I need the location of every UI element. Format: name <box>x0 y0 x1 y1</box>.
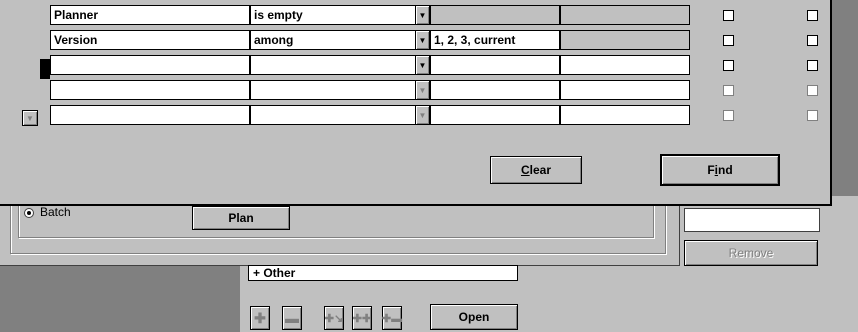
batch-radio-label: Batch <box>40 205 71 219</box>
row-header[interactable] <box>40 5 50 25</box>
expand-icon[interactable]: ✚↘ <box>324 306 344 330</box>
value-cell[interactable] <box>430 105 560 125</box>
row-header[interactable] <box>40 105 50 125</box>
condition-combo[interactable] <box>250 105 430 125</box>
chevron-down-icon[interactable]: ▼ <box>415 56 429 74</box>
add-icon[interactable]: ✚ <box>250 306 270 330</box>
checkbox-a[interactable] <box>723 85 734 96</box>
value-cell[interactable] <box>430 5 560 25</box>
checkbox-b[interactable] <box>807 110 818 121</box>
right-list-field[interactable] <box>684 208 820 232</box>
tree-item-other[interactable]: + Other <box>248 265 518 281</box>
row-header[interactable] <box>40 80 50 100</box>
checkbox-b[interactable] <box>807 10 818 21</box>
add-all-icon[interactable]: ✚✚ <box>352 306 372 330</box>
condition-combo[interactable]: is empty <box>250 5 430 25</box>
plan-button[interactable]: Plan <box>192 206 290 230</box>
remove-all-icon[interactable]: ✚▬ <box>382 306 402 330</box>
find-button[interactable]: Find <box>660 154 780 186</box>
value-cell[interactable] <box>430 55 560 75</box>
field-cell[interactable]: Planner <box>50 5 250 25</box>
checkbox-a[interactable] <box>723 110 734 121</box>
remove-icon[interactable]: ▬ <box>282 306 302 330</box>
checkbox-b[interactable] <box>807 35 818 46</box>
chevron-down-icon[interactable]: ▼ <box>415 81 429 99</box>
row-header[interactable] <box>40 30 50 50</box>
field-cell[interactable]: Version <box>50 30 250 50</box>
condition-combo[interactable]: among <box>250 30 430 50</box>
current-row-indicator <box>40 59 50 79</box>
checkbox-b[interactable] <box>807 60 818 71</box>
extra-cell[interactable] <box>560 105 690 125</box>
value-cell[interactable] <box>430 80 560 100</box>
checkbox-a[interactable] <box>723 10 734 21</box>
chevron-down-icon[interactable]: ▼ <box>415 6 429 24</box>
field-cell[interactable] <box>50 105 250 125</box>
condition-value: is empty <box>254 8 303 22</box>
extra-cell[interactable] <box>560 30 690 50</box>
open-button[interactable]: Open <box>430 304 518 330</box>
chevron-down-icon[interactable]: ▼ <box>415 31 429 49</box>
clear-button[interactable]: Clear <box>490 156 582 184</box>
field-cell[interactable] <box>50 80 250 100</box>
checkbox-b[interactable] <box>807 85 818 96</box>
extra-cell[interactable] <box>560 55 690 75</box>
chevron-down-icon[interactable]: ▼ <box>415 106 429 124</box>
find-button-label: Find <box>707 163 733 177</box>
clear-button-label: Clear <box>520 163 552 177</box>
scroll-down-icon[interactable]: ▼ <box>22 110 38 126</box>
extra-cell[interactable] <box>560 5 690 25</box>
value-cell[interactable]: 1, 2, 3, current <box>430 30 560 50</box>
remove-button[interactable]: Remove <box>684 240 818 266</box>
condition-combo[interactable] <box>250 55 430 75</box>
batch-radio[interactable] <box>24 208 34 218</box>
condition-value: among <box>254 33 294 47</box>
checkbox-a[interactable] <box>723 35 734 46</box>
extra-cell[interactable] <box>560 80 690 100</box>
condition-combo[interactable] <box>250 80 430 100</box>
checkbox-a[interactable] <box>723 60 734 71</box>
field-cell[interactable] <box>50 55 250 75</box>
